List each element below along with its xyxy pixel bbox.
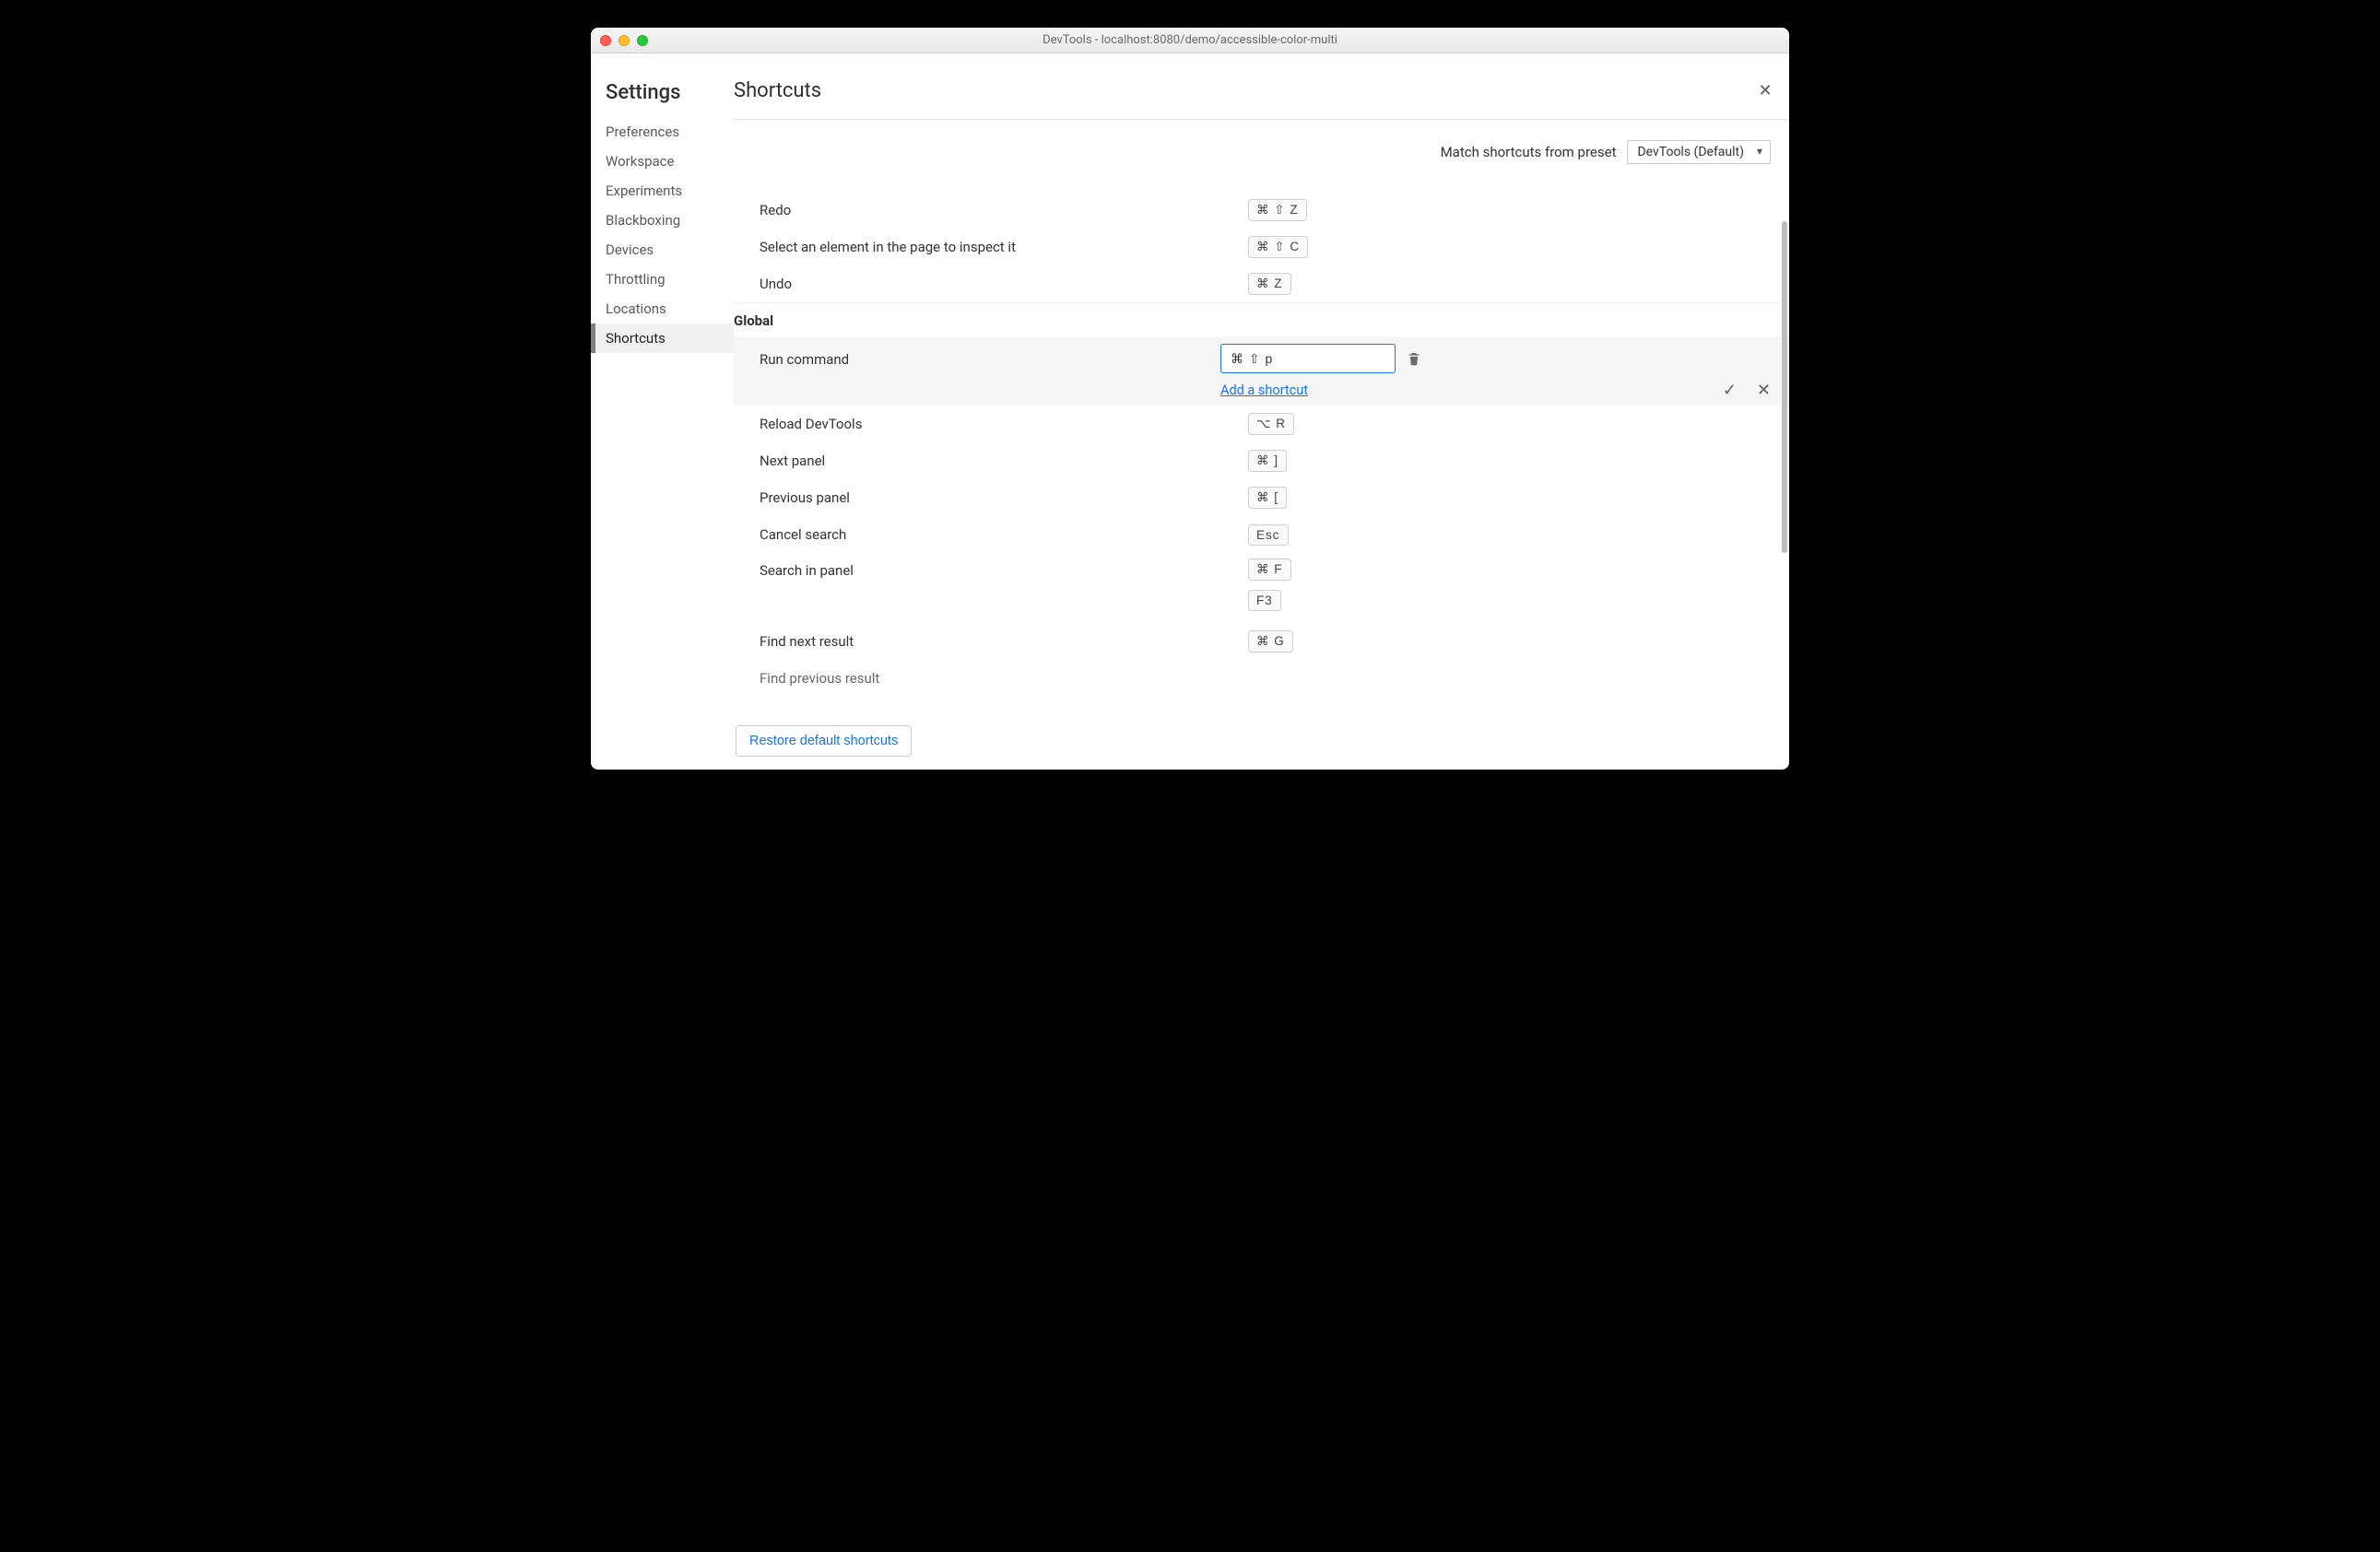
shortcut-label: Find previous result [760, 670, 1239, 687]
app-window: DevTools - localhost:8080/demo/accessibl… [591, 28, 1789, 770]
shortcut-key: ⌥ R [1248, 413, 1294, 435]
content: Settings Preferences Workspace Experimen… [591, 53, 1789, 770]
shortcut-row-editing: Run command Add a shortcut ✓ [734, 336, 1789, 406]
preset-select[interactable]: DevTools (Default) [1627, 140, 1771, 164]
shortcut-label: Select an element in the page to inspect… [760, 239, 1239, 255]
shortcut-row[interactable]: Find previous result [734, 660, 1789, 697]
sidebar-item-throttling[interactable]: Throttling [591, 265, 734, 294]
traffic-lights [600, 35, 648, 46]
shortcut-key: ⌘ ⇧ C [1248, 236, 1308, 258]
sidebar-item-workspace[interactable]: Workspace [591, 147, 734, 176]
shortcut-label: Undo [760, 276, 1239, 292]
shortcut-row[interactable]: Cancel search Esc [734, 516, 1789, 553]
shortcut-label: Next panel [760, 453, 1239, 469]
shortcut-row[interactable]: Previous panel ⌘ [ [734, 479, 1789, 516]
shortcut-label: Reload DevTools [760, 416, 1239, 432]
shortcut-key: ⌘ ⇧ Z [1248, 199, 1307, 221]
shortcut-row[interactable]: Redo ⌘ ⇧ Z [734, 192, 1789, 229]
add-shortcut-link[interactable]: Add a shortcut [1220, 382, 1308, 398]
shortcut-key: ⌘ [ [1248, 487, 1287, 509]
cancel-icon[interactable]: ✕ [1757, 381, 1771, 400]
shortcut-row[interactable]: Reload DevTools ⌥ R [734, 406, 1789, 442]
shortcut-key: ⌘ Z [1248, 273, 1291, 295]
sidebar-title: Settings [591, 72, 734, 117]
shortcut-scroll-area: Match shortcuts from preset DevTools (De… [734, 120, 1789, 770]
shortcut-key: ⌘ G [1248, 630, 1293, 653]
shortcut-label: Previous panel [760, 489, 1239, 506]
trash-icon[interactable] [1407, 350, 1421, 367]
close-window-button[interactable] [600, 35, 611, 46]
sidebar-item-locations[interactable]: Locations [591, 294, 734, 323]
shortcut-row[interactable]: Next panel ⌘ ] [734, 442, 1789, 479]
close-icon[interactable]: ✕ [1754, 81, 1776, 100]
shortcut-key: F3 [1248, 590, 1281, 611]
preset-label: Match shortcuts from preset [1441, 144, 1617, 160]
confirm-icon[interactable]: ✓ [1723, 381, 1737, 400]
shortcut-row[interactable]: Undo ⌘ Z [734, 265, 1789, 302]
zoom-window-button[interactable] [637, 35, 648, 46]
sidebar-item-devices[interactable]: Devices [591, 235, 734, 265]
shortcut-label: Find next result [760, 633, 1239, 650]
shortcut-label: Cancel search [760, 526, 1239, 543]
shortcut-label: Redo [760, 202, 1239, 218]
restore-defaults-button[interactable]: Restore default shortcuts [736, 725, 912, 757]
shortcut-row[interactable]: Find next result ⌘ G [734, 623, 1789, 660]
page-title: Shortcuts [734, 79, 821, 102]
sidebar-item-shortcuts[interactable]: Shortcuts [591, 323, 734, 353]
sidebar-item-preferences[interactable]: Preferences [591, 117, 734, 147]
section-heading-global: Global [734, 302, 1789, 336]
shortcut-row[interactable]: Select an element in the page to inspect… [734, 229, 1789, 265]
preset-row: Match shortcuts from preset DevTools (De… [734, 120, 1789, 192]
titlebar: DevTools - localhost:8080/demo/accessibl… [591, 28, 1789, 53]
sidebar: Settings Preferences Workspace Experimen… [591, 53, 734, 770]
sidebar-item-blackboxing[interactable]: Blackboxing [591, 206, 734, 235]
scrollbar[interactable] [1782, 221, 1787, 553]
main-panel: Shortcuts ✕ Match shortcuts from preset … [734, 53, 1789, 770]
shortcut-label: Search in panel [760, 553, 1239, 579]
shortcut-row[interactable]: Search in panel ⌘ F F3 [734, 553, 1789, 623]
shortcut-key: ⌘ F [1248, 558, 1291, 581]
sidebar-item-experiments[interactable]: Experiments [591, 176, 734, 206]
shortcut-key: ⌘ ] [1248, 450, 1287, 472]
main-header: Shortcuts ✕ [734, 53, 1789, 119]
window-title: DevTools - localhost:8080/demo/accessibl… [591, 33, 1789, 47]
shortcut-label: Run command [760, 344, 1211, 368]
shortcut-edit-input[interactable] [1220, 344, 1396, 373]
shortcut-key: Esc [1248, 524, 1289, 546]
minimize-window-button[interactable] [619, 35, 630, 46]
preset-select-value: DevTools (Default) [1637, 145, 1744, 159]
